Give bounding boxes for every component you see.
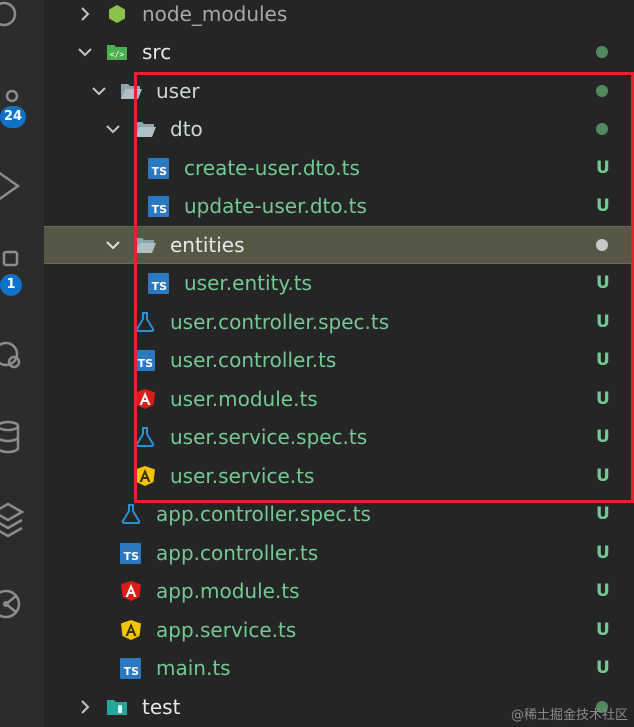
untracked-status: U xyxy=(596,158,610,178)
tree-item-user-controller[interactable]: TS user.controller.ts U xyxy=(44,341,634,379)
tree-item-label: dto xyxy=(170,117,203,141)
tree-item-label: node_modules xyxy=(142,2,288,26)
explorer-icon[interactable] xyxy=(0,0,44,38)
test-flask-icon xyxy=(135,427,155,447)
test-flask-icon xyxy=(135,312,155,332)
tree-item-label: update-user.dto.ts xyxy=(184,194,367,218)
chevron-down-icon[interactable] xyxy=(104,236,122,254)
tree-item-create-user-dto[interactable]: TS create-user.dto.ts U xyxy=(44,149,634,187)
watermark: @稀土掘金技术社区 xyxy=(510,708,628,723)
chevron-right-icon[interactable] xyxy=(76,698,94,716)
tree-item-user[interactable]: user xyxy=(44,72,634,110)
remote-explorer-icon[interactable] xyxy=(0,330,44,374)
tree-item-user-service[interactable]: user.service.ts U xyxy=(44,457,634,495)
untracked-status: U xyxy=(596,543,610,563)
tree-item-user-service-spec[interactable]: user.service.spec.ts U xyxy=(44,418,634,456)
untracked-status: U xyxy=(596,350,610,370)
chevron-down-icon[interactable] xyxy=(90,82,108,100)
extensions-badge: 1 xyxy=(0,274,22,296)
chevron-right-icon[interactable] xyxy=(76,5,94,23)
angular-service-icon xyxy=(135,466,155,486)
tree-item-app-module[interactable]: app.module.ts U xyxy=(44,572,634,610)
tree-item-label: test xyxy=(142,695,181,719)
test-folder-icon xyxy=(107,700,127,715)
folder-open-icon xyxy=(121,84,142,99)
layers-icon[interactable] xyxy=(0,494,44,538)
tree-item-dto[interactable]: dto xyxy=(44,110,634,148)
modified-dot xyxy=(596,239,608,251)
src-folder-icon: </> xyxy=(107,45,127,60)
typescript-icon: TS xyxy=(148,196,169,217)
tree-item-update-user-dto[interactable]: TS update-user.dto.ts U xyxy=(44,187,634,225)
tree-item-label: app.controller.spec.ts xyxy=(156,502,371,526)
untracked-status: U xyxy=(596,196,610,216)
modified-dot xyxy=(596,46,608,58)
untracked-status: U xyxy=(596,312,610,332)
modified-dot xyxy=(596,123,608,135)
tree-item-label: app.controller.ts xyxy=(156,541,319,565)
tree-item-user-module[interactable]: user.module.ts U xyxy=(44,380,634,418)
tree-item-src[interactable]: </> src xyxy=(44,33,634,71)
tree-item-label: user.service.ts xyxy=(170,464,315,488)
untracked-status: U xyxy=(596,620,610,640)
tree-item-user-controller-spec[interactable]: user.controller.spec.ts U xyxy=(44,303,634,341)
typescript-icon: TS xyxy=(120,658,141,679)
angular-service-icon xyxy=(121,620,141,640)
untracked-status: U xyxy=(596,466,610,486)
untracked-status: U xyxy=(596,427,610,447)
untracked-status: U xyxy=(596,504,610,524)
tree-item-label: user.service.spec.ts xyxy=(170,425,368,449)
source-control-badge: 24 xyxy=(0,106,27,128)
untracked-status: U xyxy=(596,581,610,601)
folder-open-icon xyxy=(135,238,156,253)
typescript-icon: TS xyxy=(134,350,155,371)
untracked-status: U xyxy=(596,273,610,293)
tree-item-label: entities xyxy=(170,233,245,257)
test-flask-icon xyxy=(121,504,141,524)
typescript-icon: TS xyxy=(148,273,169,294)
activity-bar: 24 1 xyxy=(0,0,44,727)
angular-module-icon xyxy=(121,581,141,601)
tree-item-entities[interactable]: entities xyxy=(44,226,634,264)
tree-item-app-controller-spec[interactable]: app.controller.spec.ts U xyxy=(44,495,634,533)
tree-item-app-controller[interactable]: TS app.controller.ts U xyxy=(44,534,634,572)
tree-item-app-service[interactable]: app.service.ts U xyxy=(44,611,634,649)
chevron-down-icon[interactable] xyxy=(76,43,94,61)
angular-module-icon xyxy=(135,389,155,409)
tree-item-label: user xyxy=(156,79,200,103)
tree-item-label: user.entity.ts xyxy=(184,271,312,295)
vscode-explorer-window: 24 1 node_modules </> src user dto TS cr… xyxy=(0,0,634,727)
tree-item-label: app.module.ts xyxy=(156,579,300,603)
database-icon[interactable] xyxy=(0,412,44,456)
tree-item-label: app.service.ts xyxy=(156,618,297,642)
tree-item-node-modules[interactable]: node_modules xyxy=(44,0,634,33)
svg-text:</>: </> xyxy=(110,50,125,59)
node-folder-icon xyxy=(109,5,125,23)
typescript-icon: TS xyxy=(148,158,169,179)
tree-item-label: user.controller.spec.ts xyxy=(170,310,390,334)
folder-open-icon xyxy=(135,122,156,137)
tree-item-label: create-user.dto.ts xyxy=(184,156,360,180)
run-debug-icon[interactable] xyxy=(0,160,44,204)
tree-item-label: user.controller.ts xyxy=(170,348,337,372)
tree-item-label: src xyxy=(142,40,172,64)
typescript-icon: TS xyxy=(120,543,141,564)
untracked-status: U xyxy=(596,658,610,678)
untracked-status: U xyxy=(596,389,610,409)
tree-item-main[interactable]: TS main.ts U xyxy=(44,649,634,687)
file-explorer: node_modules </> src user dto TS create-… xyxy=(44,0,634,727)
chevron-down-icon[interactable] xyxy=(104,120,122,138)
tree-item-label: main.ts xyxy=(156,656,231,680)
git-graph-icon[interactable] xyxy=(0,580,44,624)
tree-item-label: user.module.ts xyxy=(170,387,318,411)
tree-item-user-entity[interactable]: TS user.entity.ts U xyxy=(44,264,634,302)
modified-dot xyxy=(596,85,608,97)
